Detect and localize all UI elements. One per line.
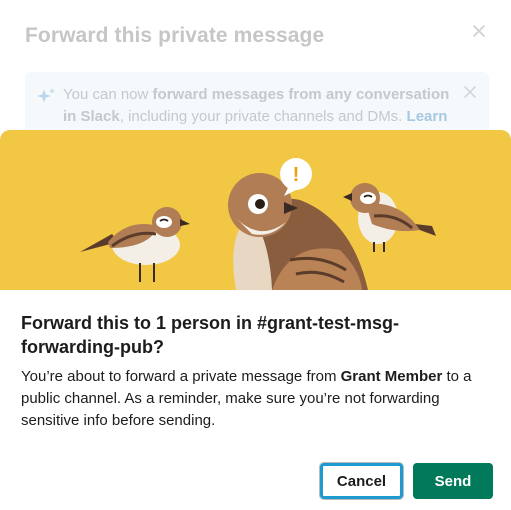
close-icon[interactable] [470,22,488,40]
body-prefix: You’re about to forward a private messag… [21,368,341,385]
dialog-body: You’re about to forward a private messag… [21,366,491,432]
background-modal: Forward this private message You can now… [0,0,511,147]
banner-prefix: You can now [63,86,153,103]
hero-illustration: ! [0,130,511,290]
info-banner: You can now forward messages from any co… [25,72,489,147]
forward-confirm-dialog: ! Forward this to 1 person in #grant-tes… [0,130,511,510]
sparkle-icon [37,88,55,103]
left-bird-icon [80,207,190,282]
cancel-button[interactable]: Cancel [320,463,403,499]
birds-illustration: ! [80,158,436,290]
banner-middle: , including your private channels and DM… [119,108,407,125]
center-bird-icon: ! [228,158,368,290]
exclamation-icon: ! [293,164,300,186]
sender-name: Grant Member [340,368,443,385]
background-modal-title: Forward this private message [25,24,325,47]
close-icon[interactable] [463,85,477,99]
send-button[interactable]: Send [413,463,493,499]
right-bird-icon [343,183,436,252]
dialog-heading: Forward this to 1 person in #grant-test-… [21,313,400,357]
